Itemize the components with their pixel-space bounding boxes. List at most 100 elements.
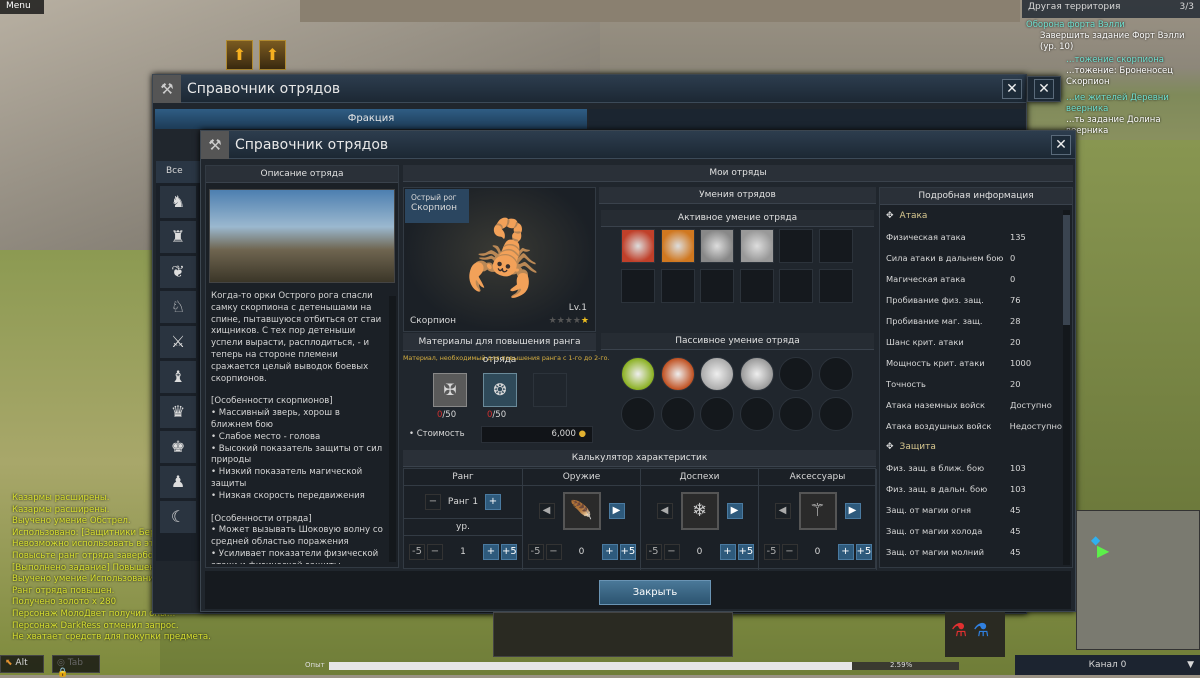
buff-rank-up-icon[interactable]: ⬆ bbox=[259, 40, 286, 70]
unit-category-icon[interactable]: ♝ bbox=[160, 361, 196, 393]
cost-label: • Стоимость bbox=[409, 429, 465, 439]
minus-button[interactable]: − bbox=[663, 544, 680, 560]
close-icon-button[interactable]: ✕ bbox=[1051, 135, 1071, 155]
active-skill-icon[interactable] bbox=[739, 229, 774, 263]
level-minus-button[interactable]: − bbox=[427, 544, 443, 560]
stat-row: Защ. от магии холода 45 bbox=[880, 520, 1062, 541]
stat-row: Атака наземных войск Доступно bbox=[880, 394, 1062, 415]
materials-panel: Материалы для повышения ранга отряда Мат… bbox=[403, 333, 610, 447]
tab-key-button[interactable]: ◎ Tab 🔒 bbox=[52, 655, 100, 678]
stat-name: Сила атаки в дальнем бою bbox=[886, 252, 1004, 263]
minus-button[interactable]: − bbox=[781, 544, 798, 560]
rank-minus-button[interactable]: − bbox=[425, 494, 441, 510]
quest-title[interactable]: …тожение скорпиона bbox=[1026, 55, 1196, 66]
quest-tracker-header[interactable]: Другая территория 3/3 bbox=[1022, 0, 1200, 18]
chat-line: Не хватает средств для покупки предмета. bbox=[12, 632, 211, 643]
gold-coin-icon: ● bbox=[578, 429, 586, 439]
menu-button[interactable]: Menu bbox=[0, 0, 44, 14]
unit-category-icon[interactable]: ♜ bbox=[160, 221, 196, 253]
back-close-button[interactable]: ✕ bbox=[1002, 79, 1022, 99]
unit-category-icon[interactable]: ⚔ bbox=[160, 326, 196, 358]
close-button[interactable]: Закрыть bbox=[599, 580, 711, 605]
description-scrollbar[interactable] bbox=[389, 296, 396, 562]
minus-button[interactable]: − bbox=[545, 544, 562, 560]
unit-guide-icon: ⚒ bbox=[153, 74, 181, 103]
active-skill-icon[interactable] bbox=[660, 229, 695, 263]
equipment-icon[interactable]: 🪶 bbox=[562, 492, 601, 530]
unit-category-icon[interactable]: ♚ bbox=[160, 431, 196, 463]
window-titlebar[interactable]: ⚒ Справочник отрядов ✕ bbox=[201, 130, 1075, 159]
level-plus5-button[interactable]: +5 bbox=[501, 544, 517, 560]
unit-category-icon[interactable]: ♞ bbox=[160, 186, 196, 218]
plus-button[interactable]: + bbox=[601, 544, 618, 560]
stat-value: 0 bbox=[1010, 273, 1016, 284]
passive-skill-icon[interactable] bbox=[660, 357, 695, 391]
minus5-button[interactable]: -5 bbox=[527, 544, 544, 560]
unit-guide-window: ⚒ Справочник отрядов ✕ Описание отряда К… bbox=[200, 130, 1076, 612]
description-line: • Усиливает показатели физической атаки … bbox=[211, 548, 379, 564]
material-scroll-icon[interactable]: ❂ bbox=[483, 373, 517, 407]
back-window-titlebar[interactable]: ⚒ Справочник отрядов ✕ bbox=[153, 74, 1026, 103]
rank-plus-button[interactable]: + bbox=[485, 494, 501, 510]
minus5-button[interactable]: -5 bbox=[763, 544, 780, 560]
stat-name: Пробивание маг. защ. bbox=[886, 315, 983, 326]
health-potion-icon[interactable]: ⚗ bbox=[951, 620, 967, 641]
channel-selector[interactable]: Канал 0 ▼ bbox=[1015, 655, 1200, 675]
stat-row: Мощность крит. атаки 1000 bbox=[880, 352, 1062, 373]
quest-title[interactable]: Оборона форта Вэлли bbox=[1026, 20, 1196, 31]
next-arrow-button[interactable]: ▶ bbox=[726, 503, 743, 519]
potion-hotbar[interactable]: ⚗ ⚗ bbox=[945, 612, 1005, 657]
empty-skill-slot bbox=[818, 357, 853, 391]
alt-key-button[interactable]: ⬉ Alt bbox=[0, 655, 44, 673]
tab-other[interactable] bbox=[589, 109, 1025, 129]
npc-marker-icon: ◆ bbox=[1091, 533, 1101, 547]
plus-button[interactable]: + bbox=[837, 544, 854, 560]
unit-category-icon[interactable]: ☾ bbox=[160, 501, 196, 533]
active-skill-icon[interactable] bbox=[700, 229, 734, 263]
stat-row: Атака воздушных войск Недоступно bbox=[880, 415, 1062, 436]
passive-skill-icon[interactable] bbox=[739, 357, 774, 391]
plus5-button[interactable]: +5 bbox=[619, 544, 636, 560]
details-scrollbar[interactable] bbox=[1063, 210, 1070, 565]
unit-category-icon[interactable]: ♘ bbox=[160, 291, 196, 323]
level-minus5-button[interactable]: -5 bbox=[409, 544, 425, 560]
stat-name: Атака наземных войск bbox=[886, 399, 986, 410]
filter-all[interactable]: Все bbox=[156, 161, 200, 183]
stat-value: 103 bbox=[1010, 483, 1026, 494]
minimap[interactable]: ▶ ◆ bbox=[1076, 510, 1200, 650]
empty-skill-slot bbox=[660, 397, 695, 431]
mana-potion-icon[interactable]: ⚗ bbox=[973, 620, 989, 641]
plus5-button[interactable]: +5 bbox=[855, 544, 872, 560]
back-window-close-outer[interactable]: ✕ bbox=[1027, 76, 1061, 102]
level-plus-button[interactable]: + bbox=[483, 544, 499, 560]
passive-skill-icon[interactable] bbox=[700, 357, 734, 391]
unit-category-icon[interactable]: ❦ bbox=[160, 256, 196, 288]
equipment-icon[interactable]: ❄ bbox=[680, 492, 719, 530]
unit-card[interactable]: Острый рог Скорпион 🦂 Скорпион Lv.1 ★★★★… bbox=[403, 187, 596, 332]
prev-arrow-button[interactable]: ◀ bbox=[538, 503, 555, 519]
unit-category-icon[interactable]: ♟ bbox=[160, 466, 196, 498]
exp-fill bbox=[329, 662, 852, 670]
prev-arrow-button[interactable]: ◀ bbox=[656, 503, 673, 519]
stat-row: Точность 20 bbox=[880, 373, 1062, 394]
description-text: Когда-то орки Острого рога спасли самку … bbox=[206, 289, 388, 564]
passive-skill-icon[interactable] bbox=[621, 357, 655, 391]
passive-skills-header: Пассивное умение отряда bbox=[601, 333, 874, 350]
prev-arrow-button[interactable]: ◀ bbox=[774, 503, 791, 519]
unit-category-icon[interactable]: ♛ bbox=[160, 396, 196, 428]
equipment-icon[interactable]: ⚚ bbox=[798, 492, 837, 530]
stat-value: 135 bbox=[1010, 231, 1026, 242]
active-skills-header: Активное умение отряда bbox=[601, 210, 874, 227]
plus5-button[interactable]: +5 bbox=[737, 544, 754, 560]
next-arrow-button[interactable]: ▶ bbox=[844, 503, 861, 519]
skill-hotbar[interactable] bbox=[493, 612, 733, 657]
active-skill-icon[interactable] bbox=[621, 229, 655, 263]
minus5-button[interactable]: -5 bbox=[645, 544, 662, 560]
description-header: Описание отряда bbox=[206, 166, 398, 183]
tab-faction[interactable]: Фракция bbox=[155, 109, 587, 129]
buff-rank-up-icon[interactable]: ⬆ bbox=[226, 40, 253, 70]
plus-button[interactable]: + bbox=[719, 544, 736, 560]
material-emblem-icon[interactable]: ✠ bbox=[433, 373, 467, 407]
next-arrow-button[interactable]: ▶ bbox=[608, 503, 625, 519]
empty-skill-slot bbox=[660, 269, 695, 303]
